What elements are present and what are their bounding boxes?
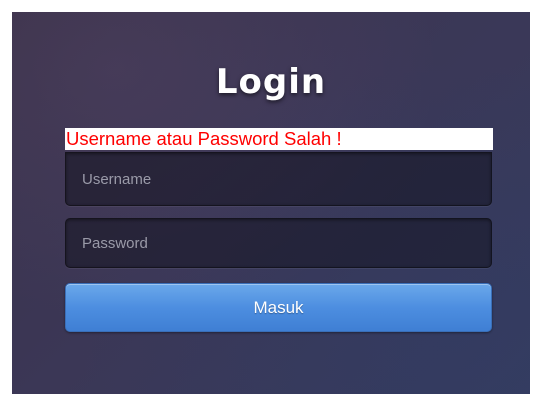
login-button[interactable]: Masuk [65, 283, 492, 332]
password-input[interactable] [65, 218, 492, 268]
login-panel: Login Username atau Password Salah ! Mas… [12, 12, 530, 394]
username-input[interactable] [65, 152, 492, 206]
error-message: Username atau Password Salah ! [65, 128, 493, 150]
page-title: Login [215, 62, 327, 102]
